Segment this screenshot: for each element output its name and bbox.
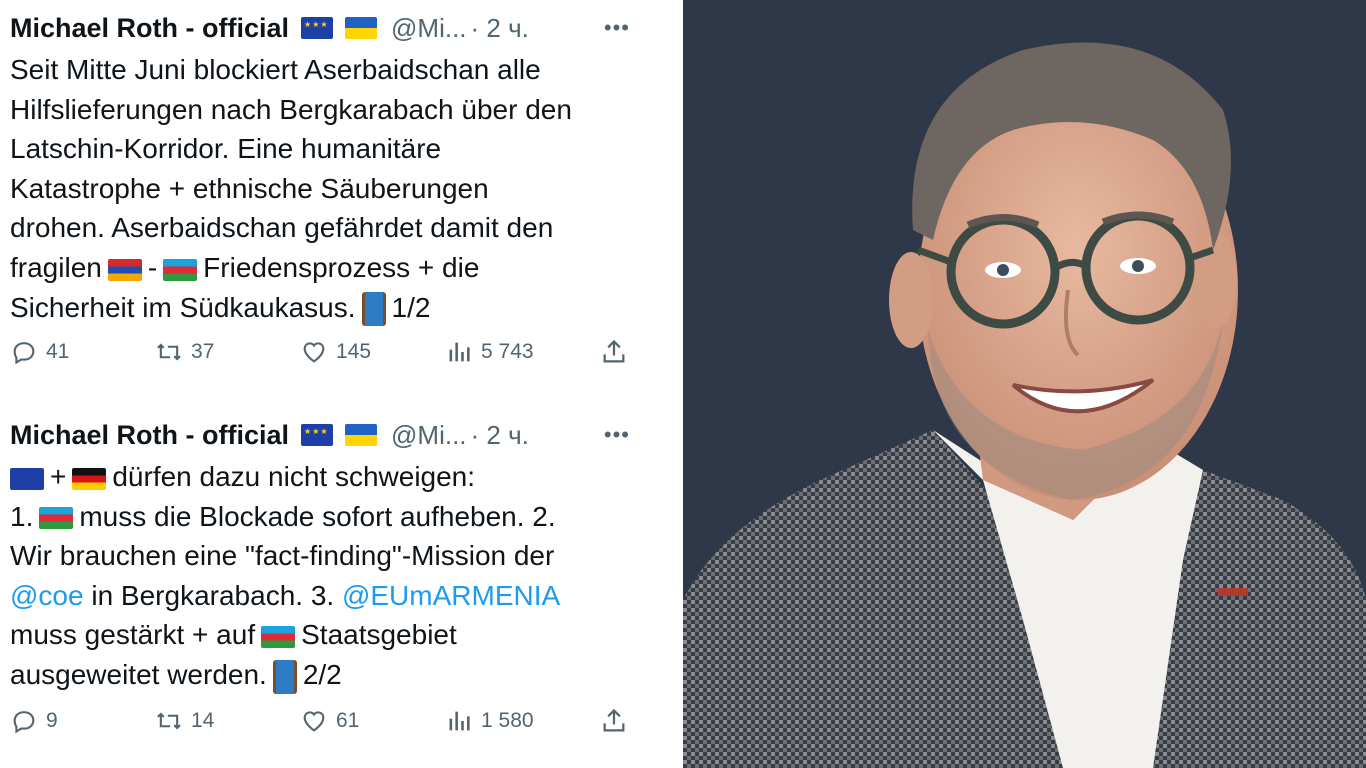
tweet-line: 1. muss die Blockade sofort aufheben. 2. <box>10 497 670 537</box>
retweet-button[interactable]: 14 <box>155 707 300 735</box>
tweet-2-actions: 9 14 61 1 580 <box>10 707 628 735</box>
eu-flag-icon <box>301 424 334 446</box>
like-count: 61 <box>336 709 360 732</box>
thread-spool-icon <box>272 659 297 694</box>
tweet-line: Wir brauchen eine "fact-finding"-Mission… <box>10 540 555 572</box>
share-button[interactable] <box>600 338 628 366</box>
author-handle[interactable]: @Mi... <box>391 420 467 451</box>
like-icon <box>303 711 325 732</box>
tweet-text-fragment: Friedensprozess + die <box>203 251 480 283</box>
tweet-line: Latschin-Korridor. Eine humanitäre <box>10 133 442 165</box>
portrait-photo <box>683 0 1366 768</box>
retweet-count: 14 <box>191 709 215 732</box>
retweet-button[interactable]: 37 <box>155 338 300 366</box>
tweet-line: drohen. Aserbaidschan gefährdet damit de… <box>10 212 554 244</box>
author-handle[interactable]: @Mi... <box>391 13 467 44</box>
views-icon <box>449 342 470 362</box>
tweet-text-fragment: dürfen dazu nicht schweigen: <box>112 461 476 492</box>
azerbaijan-flag-icon <box>39 507 74 530</box>
views-button[interactable]: 1 580 <box>445 707 600 735</box>
tweet-header: Michael Roth - official @Mi... · 2 ч. ••… <box>10 8 670 48</box>
tweet-1-actions: 41 37 145 5 743 <box>10 338 628 366</box>
tweet-text-fragment: 1. <box>10 500 34 532</box>
tweet-line: Sicherheit im Südkaukasus. 1/2 <box>10 288 670 328</box>
like-button[interactable]: 145 <box>300 338 445 366</box>
tweet-line: Katastrophe + ethnische Säuberungen <box>10 172 489 204</box>
tweet-line: @coe in Bergkarabach. 3. @EUmARMENIA <box>10 576 670 616</box>
share-icon <box>603 339 625 363</box>
share-button[interactable] <box>600 707 628 735</box>
tweet-text-fragment: + <box>50 461 67 492</box>
reply-icon <box>13 342 35 365</box>
views-count: 5 743 <box>481 340 534 363</box>
tweet-text-fragment: in Bergkarabach. 3. <box>83 579 342 611</box>
thread-spool-icon <box>361 292 386 327</box>
timestamp[interactable]: · 2 ч. <box>471 420 529 451</box>
ukraine-flag-icon <box>345 17 378 39</box>
azerbaijan-flag-icon <box>261 625 296 648</box>
tweet-text-fragment: ausgeweitet werden. <box>10 658 267 690</box>
tweet-text: + dürfen dazu nicht schweigen: 1. muss die… <box>10 457 670 695</box>
tweet-text-fragment: 2/2 <box>302 658 342 690</box>
portrait-illustration <box>683 0 1366 768</box>
tweet-text-fragment: muss die Blockade sofort aufheben. 2. <box>79 500 556 532</box>
author-name[interactable]: Michael Roth - official <box>10 420 289 451</box>
tweet-text-fragment: Sicherheit im Südkaukasus. <box>10 291 356 323</box>
timestamp[interactable]: · 2 ч. <box>471 13 529 44</box>
armenia-flag-icon <box>107 258 142 281</box>
like-icon <box>303 342 325 363</box>
tweet-line: ausgeweitet werden. 2/2 <box>10 655 670 695</box>
tweet-1[interactable]: Michael Roth - official @Mi... · 2 ч. ••… <box>10 8 670 327</box>
tweet-text-fragment: fragilen <box>10 251 102 283</box>
reply-count: 9 <box>46 709 58 732</box>
eu-flag-icon <box>301 17 334 39</box>
eu-flag-icon <box>10 467 44 490</box>
author-name[interactable]: Michael Roth - official <box>10 13 289 44</box>
tweet-text: Seit Mitte Juni blockiert Aserbaidschan … <box>10 50 670 327</box>
tweet-text-fragment: muss gestärkt + auf <box>10 619 256 651</box>
retweet-count: 37 <box>191 340 215 363</box>
tweet-header: Michael Roth - official @Mi... · 2 ч. ••… <box>10 415 670 455</box>
tweet-text-fragment: Staatsgebiet <box>301 619 457 651</box>
views-icon <box>449 711 470 731</box>
tweet-line: fragilen - Friedensprozess + die <box>10 248 670 288</box>
tweet-thread-panel: Michael Roth - official @Mi... · 2 ч. ••… <box>0 0 683 768</box>
tweet-line: + dürfen dazu nicht schweigen: <box>10 457 670 497</box>
retweet-icon <box>157 712 181 730</box>
mention-link-coe[interactable]: @coe <box>10 580 84 611</box>
tweet-line: Seit Mitte Juni blockiert Aserbaidschan … <box>10 54 541 85</box>
tweet-text-fragment: - <box>147 251 158 283</box>
azerbaijan-flag-icon <box>163 258 198 281</box>
ukraine-flag-icon <box>345 424 378 446</box>
mention-link-eumarmenia[interactable]: @EUmARMENIA <box>342 580 560 611</box>
like-count: 145 <box>336 340 372 363</box>
like-button[interactable]: 61 <box>300 707 445 735</box>
reply-count: 41 <box>46 340 70 363</box>
tweet-text-fragment: 1/2 <box>391 291 431 323</box>
tweet-2[interactable]: Michael Roth - official @Mi... · 2 ч. ••… <box>10 415 670 695</box>
tweet-line: Hilfslieferungen nach Bergkarabach über … <box>10 93 572 125</box>
share-icon <box>603 708 625 732</box>
more-icon[interactable]: ••• <box>604 15 630 41</box>
reply-icon <box>13 711 35 734</box>
tweet-line: muss gestärkt + auf Staatsgebiet <box>10 615 670 655</box>
views-count: 1 580 <box>481 709 534 732</box>
retweet-icon <box>157 343 181 361</box>
more-icon[interactable]: ••• <box>604 422 630 448</box>
reply-button[interactable]: 9 <box>10 707 155 735</box>
reply-button[interactable]: 41 <box>10 338 155 366</box>
views-button[interactable]: 5 743 <box>445 338 600 366</box>
germany-flag-icon <box>72 467 107 490</box>
